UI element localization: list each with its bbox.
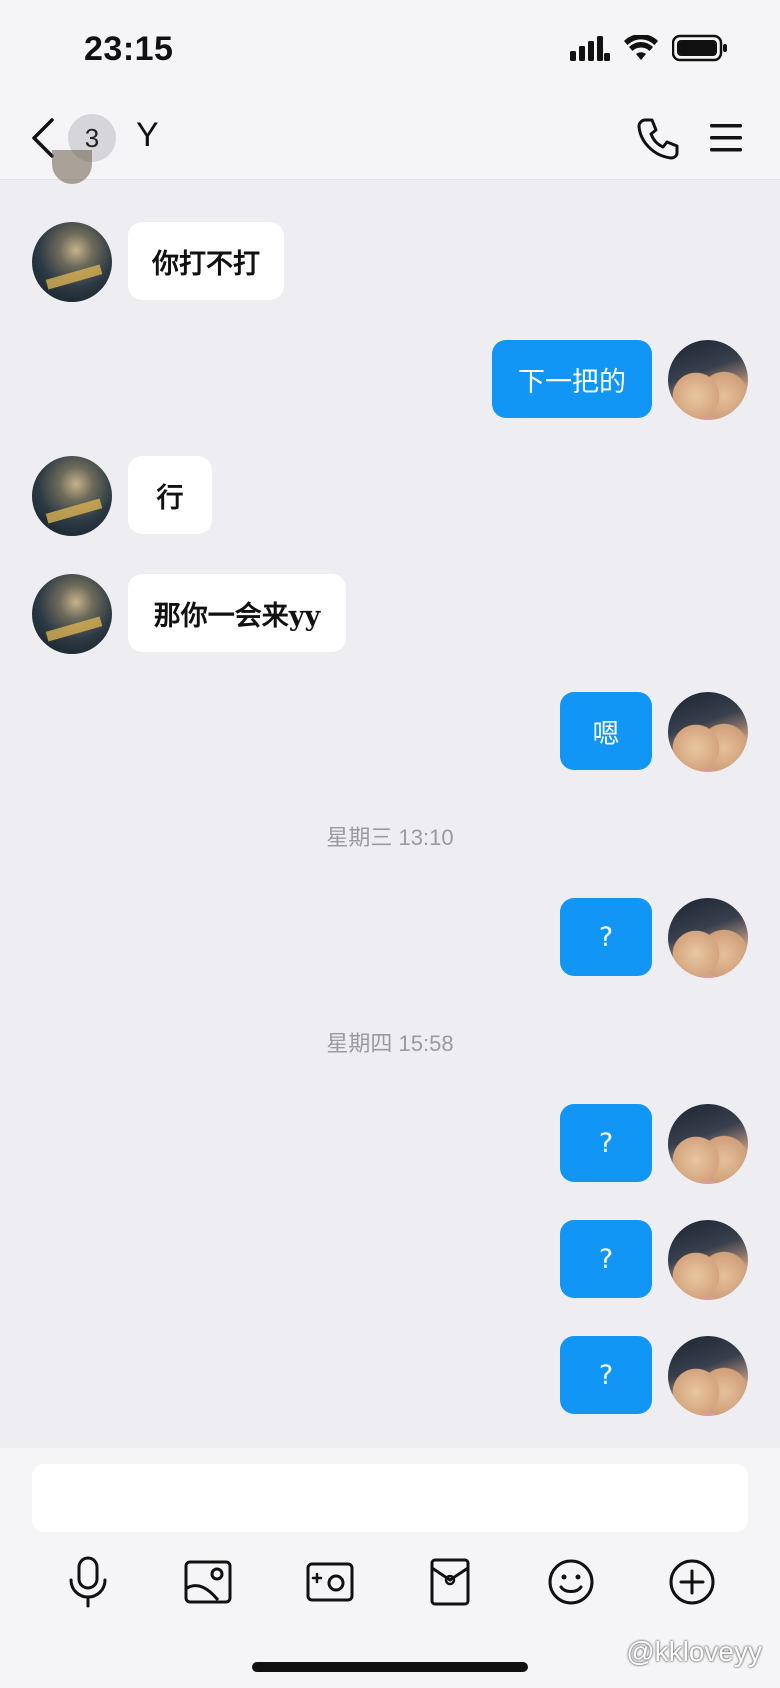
red-packet-button[interactable] [422,1554,478,1610]
avatar[interactable] [668,1104,748,1184]
signal-icon [570,36,610,61]
message-row: 你打不打 [0,222,780,302]
menu-icon[interactable] [708,118,744,158]
home-indicator[interactable] [252,1662,528,1672]
message-bubble-outgoing[interactable]: ? [560,1336,652,1414]
message-bubble-incoming[interactable]: 你打不打 [128,222,284,300]
message-row: ? [0,898,780,978]
message-bubble-outgoing[interactable]: 下一把的 [492,340,652,418]
plus-button[interactable] [664,1554,720,1610]
avatar[interactable] [668,898,748,978]
message-row: ? [0,1336,780,1416]
avatar[interactable] [32,574,112,654]
watermark: @kkloveyy [626,1636,762,1667]
phone-icon[interactable] [636,116,680,160]
image-button[interactable] [180,1554,236,1610]
message-row: ? [0,1220,780,1300]
avatar[interactable] [32,222,112,302]
chat-header: 3 Y [0,108,780,168]
camera-button[interactable] [302,1554,358,1610]
microphone-button[interactable] [60,1554,116,1610]
avatar[interactable] [668,1220,748,1300]
avatar[interactable] [668,692,748,772]
avatar[interactable] [668,340,748,420]
timestamp: 星期三 13:10 [326,825,454,850]
microphone-icon [69,1556,107,1608]
message-row: 嗯 [0,692,780,772]
top-bar: 23:15 3 Y [0,0,780,180]
message-row: 下一把的 [0,340,780,420]
emoji-icon [548,1559,594,1605]
message-bubble-outgoing[interactable]: ? [560,1220,652,1298]
emoji-button[interactable] [543,1554,599,1610]
message-row: ? [0,1104,780,1184]
message-input[interactable] [32,1464,748,1532]
battery-icon [672,34,727,62]
message-bubble-outgoing[interactable]: 嗯 [560,692,652,770]
wifi-icon [624,35,658,60]
camera-icon [306,1562,354,1602]
red-packet-icon [430,1558,470,1606]
message-row: 行 [0,456,780,536]
message-bubble-outgoing[interactable]: ? [560,898,652,976]
plus-icon [669,1559,715,1605]
message-bubble-outgoing[interactable]: ? [560,1104,652,1182]
image-icon [184,1560,232,1604]
status-time: 23:15 [84,30,174,68]
message-row: 那你一会来yy [0,574,780,654]
timestamp: 星期四 15:58 [326,1031,454,1056]
avatar[interactable] [668,1336,748,1416]
chat-title: Y [136,116,159,154]
composer-toolbar [0,1554,780,1618]
message-bubble-incoming[interactable]: 那你一会来yy [128,574,346,652]
status-icons [570,34,728,62]
avatar[interactable] [32,456,112,536]
message-bubble-incoming[interactable]: 行 [128,456,212,534]
